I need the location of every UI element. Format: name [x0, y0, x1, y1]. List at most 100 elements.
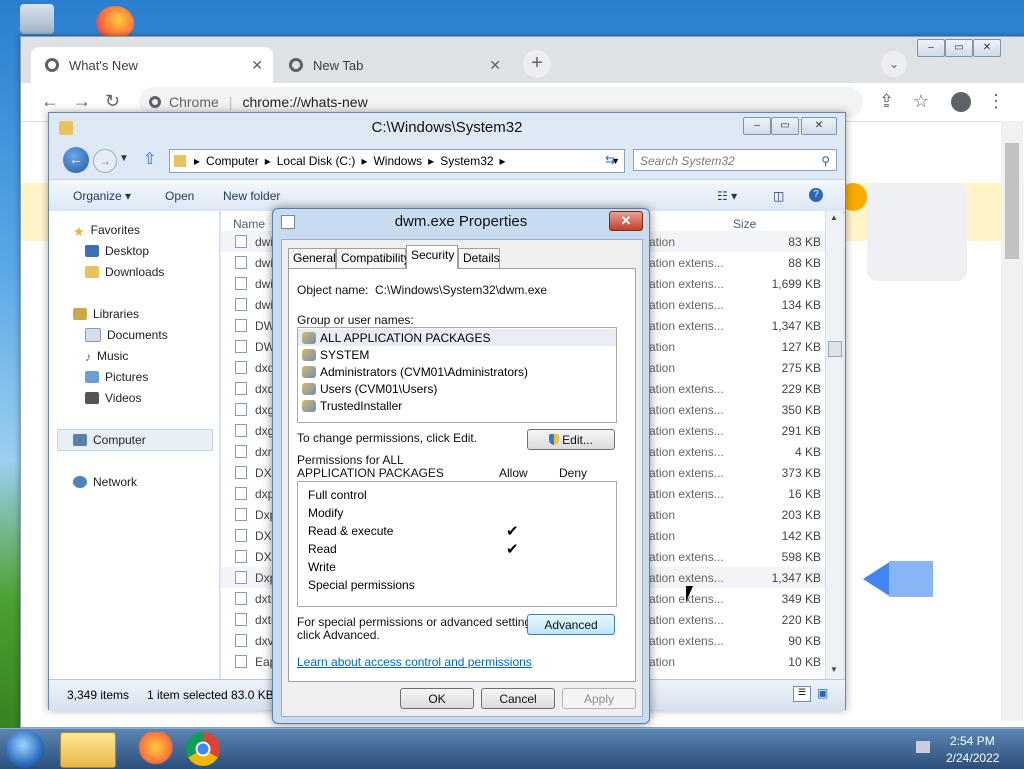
scroll-up-icon[interactable]: ▲	[830, 213, 838, 222]
tab-whats-new[interactable]: What's New ✕	[31, 47, 273, 83]
address-bar[interactable]: ▸ Computer ▸ Local Disk (C:) ▸ Windows ▸…	[169, 149, 625, 173]
taskbar-chrome-icon[interactable]	[186, 732, 220, 766]
file-type: ation	[649, 361, 676, 375]
large-icons-view-icon[interactable]: ▣	[817, 686, 828, 700]
file-name: dwi	[255, 298, 274, 312]
tab-search-icon[interactable]: ⌄	[881, 51, 907, 77]
breadcrumb-windows[interactable]: Windows	[373, 154, 422, 168]
user-item-system[interactable]: SYSTEM	[302, 346, 614, 363]
page-scrollbar[interactable]	[1001, 121, 1023, 721]
taskbar-explorer-icon[interactable]	[60, 732, 116, 768]
close-tab-icon[interactable]: ✕	[489, 57, 501, 74]
profile-avatar-icon[interactable]	[951, 92, 971, 112]
file-size: 16 KB	[788, 487, 821, 501]
refresh-icon[interactable]: ⇆	[597, 149, 623, 171]
bookmark-star-icon[interactable]: ☆	[913, 91, 929, 112]
search-input[interactable]: Search System32 ⚲	[633, 149, 837, 171]
up-icon[interactable]: ⇧	[143, 149, 156, 169]
nav-documents[interactable]: Documents	[85, 328, 168, 342]
close-button[interactable]: ✕	[973, 39, 1001, 57]
reload-icon[interactable]: ↻	[105, 91, 120, 112]
page-scrollbar-thumb[interactable]	[1005, 143, 1019, 259]
edit-button[interactable]: Edit...	[527, 429, 615, 450]
tab-details[interactable]: Details	[458, 248, 500, 268]
nav-favorites[interactable]: ★ Favorites	[73, 223, 141, 239]
file-type: ation extens...	[649, 466, 724, 480]
file-list-scrollbar[interactable]: ▲ ▼	[825, 211, 843, 679]
nav-downloads[interactable]: Downloads	[85, 265, 164, 279]
user-item-users[interactable]: Users (CVM01\Users)	[302, 380, 614, 397]
details-view-icon[interactable]: ☰	[793, 686, 811, 702]
file-name: dxv	[255, 634, 274, 648]
user-item-all-app-packages[interactable]: ALL APPLICATION PACKAGES	[298, 329, 616, 346]
nav-videos[interactable]: Videos	[85, 391, 141, 405]
tab-security[interactable]: Security	[406, 245, 458, 269]
clock-time[interactable]: 2:54 PM	[950, 734, 995, 748]
explorer-maximize-button[interactable]: ▭	[771, 117, 799, 135]
file-type: ation extens...	[649, 298, 724, 312]
advanced-button[interactable]: Advanced	[527, 614, 615, 635]
libraries-icon	[73, 308, 87, 320]
file-type: ation	[649, 655, 676, 669]
breadcrumb-computer[interactable]: Computer	[206, 154, 259, 168]
tab-compatibility[interactable]: Compatibility	[336, 248, 410, 268]
file-icon	[235, 277, 247, 290]
tab-general[interactable]: General	[288, 248, 336, 268]
nav-pictures[interactable]: Pictures	[85, 370, 148, 384]
users-listbox[interactable]: ALL APPLICATION PACKAGES SYSTEM Administ…	[297, 327, 617, 423]
apply-button[interactable]: Apply	[562, 688, 636, 709]
tab-new-tab[interactable]: New Tab ✕	[275, 47, 511, 83]
help-icon[interactable]: ?	[809, 188, 823, 202]
nav-computer[interactable]: Computer	[73, 433, 146, 447]
file-icon	[235, 382, 247, 395]
ok-button[interactable]: OK	[400, 688, 474, 709]
back-icon[interactable]: ←	[41, 91, 59, 112]
menu-kebab-icon[interactable]: ⋮	[987, 91, 1005, 112]
permission-name: Read & execute	[308, 524, 394, 538]
tray-network-icon[interactable]	[916, 741, 930, 753]
maximize-button[interactable]: ▭	[945, 39, 973, 57]
nav-libraries[interactable]: Libraries	[73, 307, 139, 321]
explorer-close-button[interactable]: ✕	[801, 117, 837, 135]
share-icon[interactable]: ⇪	[879, 91, 894, 112]
breadcrumb-system32[interactable]: System32	[440, 154, 493, 168]
start-button[interactable]	[6, 730, 44, 768]
scroll-down-icon[interactable]: ▼	[830, 665, 838, 674]
file-icon	[235, 466, 247, 479]
breadcrumb-local-disk[interactable]: Local Disk (C:)	[277, 154, 356, 168]
file-type: ation	[649, 340, 676, 354]
back-button[interactable]: ←	[63, 147, 89, 173]
nav-label: Favorites	[90, 223, 141, 237]
open-button[interactable]: Open	[165, 189, 194, 203]
nav-music[interactable]: ♪ Music	[85, 349, 128, 364]
organize-button[interactable]: Organize ▾	[73, 189, 131, 203]
firefox-desktop-icon[interactable]	[96, 6, 134, 40]
forward-icon[interactable]: →	[73, 91, 91, 112]
dialog-close-button[interactable]: ✕	[609, 211, 643, 231]
new-tab-button[interactable]: +	[523, 50, 551, 78]
new-folder-button[interactable]: New folder	[223, 189, 280, 203]
column-header-size[interactable]: Size	[733, 217, 756, 231]
minimize-button[interactable]: –	[917, 39, 945, 57]
view-options-icon[interactable]: ☷ ▾	[717, 189, 737, 203]
close-tab-icon[interactable]: ✕	[251, 57, 263, 74]
cancel-button[interactable]: Cancel	[481, 688, 555, 709]
learn-more-link[interactable]: Learn about access control and permissio…	[297, 655, 532, 669]
user-item-administrators[interactable]: Administrators (CVM01\Administrators)	[302, 363, 614, 380]
preview-pane-icon[interactable]: ◫	[773, 189, 784, 203]
recycle-bin-icon[interactable]	[20, 4, 54, 34]
user-item-trustedinstaller[interactable]: TrustedInstaller	[302, 397, 614, 414]
pictures-icon	[85, 371, 99, 383]
clock-date[interactable]: 2/24/2022	[946, 751, 999, 765]
desktop-icon	[85, 245, 99, 257]
computer-icon	[73, 434, 87, 446]
scrollbar-thumb[interactable]	[828, 341, 842, 357]
explorer-minimize-button[interactable]: –	[743, 117, 771, 135]
forward-button[interactable]: →	[93, 149, 117, 173]
column-header-name[interactable]: Name	[233, 217, 265, 231]
nav-network[interactable]: Network	[73, 475, 137, 489]
file-icon	[235, 655, 247, 668]
recent-pages-icon[interactable]: ▼	[119, 153, 129, 164]
taskbar-firefox-icon[interactable]	[126, 732, 180, 766]
nav-desktop[interactable]: Desktop	[85, 244, 149, 258]
